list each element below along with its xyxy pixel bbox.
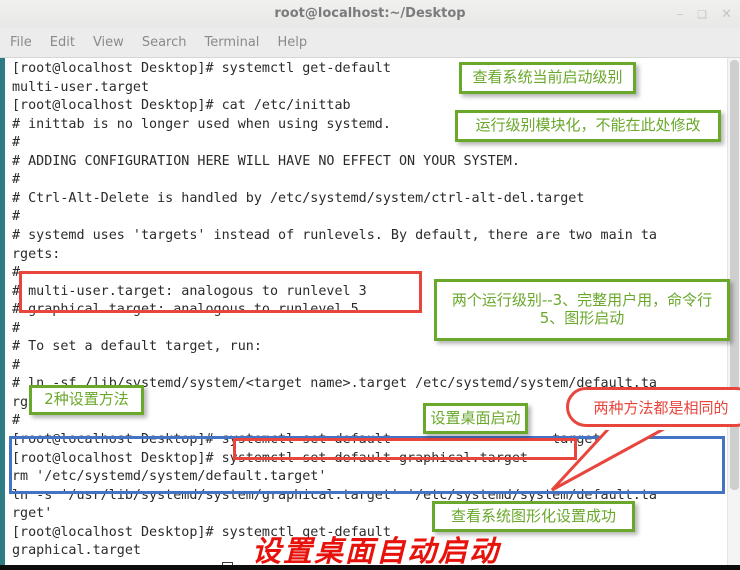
- annotation-two-methods: 2种设置方法: [29, 385, 144, 415]
- terminal-line: # Ctrl-Alt-Delete is handled by /etc/sys…: [12, 190, 585, 206]
- menu-item-edit[interactable]: Edit: [50, 35, 75, 50]
- terminal-line: rgets:: [12, 246, 61, 262]
- highlight-runlevel-targets: [19, 271, 422, 313]
- annotation-handwriting-desktop-autostart: 设置桌面自动启动: [252, 528, 500, 570]
- menu-item-file[interactable]: File: [10, 35, 32, 50]
- terminal-line: #: [12, 172, 21, 188]
- terminal-line: #: [12, 320, 21, 336]
- annotation-text: 2种设置方法: [44, 390, 129, 409]
- terminal-line: [root@localhost Desktop]# cat /etc/initt…: [12, 98, 351, 114]
- window-controls: – ❑ ✕: [677, 0, 732, 28]
- terminal-line: rget': [12, 506, 53, 522]
- terminal-line: # To set a default target, run:: [12, 339, 262, 355]
- annotation-two-runlevels: 两个运行级别--3、完整用户用，命令行 5、图形启动: [434, 279, 730, 341]
- terminal-line: multi-user.target: [12, 79, 150, 95]
- annotation-text-line2: 5、图形启动: [539, 309, 625, 327]
- terminal-window: root@localhost:~/Desktop – ❑ ✕ File Edit…: [0, 0, 740, 568]
- menu-bar: File Edit View Search Terminal Help: [0, 28, 740, 58]
- terminal-line: # inittab is no longer used when using s…: [12, 116, 391, 132]
- annotation-check-current-runlevel: 查看系统当前启动级别: [459, 62, 636, 94]
- close-icon[interactable]: ✕: [721, 8, 732, 21]
- terminal-line: #: [12, 413, 21, 429]
- terminal-line: # ADDING CONFIGURATION HERE WILL HAVE NO…: [12, 153, 520, 169]
- terminal-line: graphical.target: [12, 543, 141, 559]
- terminal-line: # systemd uses 'targets' instead of runl…: [12, 227, 657, 243]
- annotation-text: 设置桌面自动启动: [252, 534, 501, 568]
- terminal-line: [root@localhost Desktop]# systemctl get-…: [12, 61, 391, 76]
- annotation-text: 设置桌面启动: [430, 408, 521, 427]
- maximize-icon[interactable]: ❑: [697, 9, 707, 20]
- menu-item-terminal[interactable]: Terminal: [204, 35, 259, 50]
- title-bar[interactable]: root@localhost:~/Desktop – ❑ ✕: [0, 0, 740, 29]
- annotation-text: 查看系统当前启动级别: [472, 68, 623, 87]
- annotation-bubble-same-methods: 两种方法都是相同的: [566, 387, 740, 427]
- annotation-text: 查看系统图形化设置成功: [450, 506, 616, 525]
- annotation-set-desktop-startup: 设置桌面启动: [423, 403, 528, 434]
- menu-item-help[interactable]: Help: [277, 35, 307, 50]
- terminal-line: #: [12, 209, 21, 225]
- window-title: root@localhost:~/Desktop: [274, 6, 466, 21]
- annotation-runlevel-modularized: 运行级别模块化，不能在此处修改: [455, 110, 721, 142]
- annotation-text: 两种方法都是相同的: [593, 398, 729, 417]
- menu-item-view[interactable]: View: [93, 35, 124, 50]
- minimize-icon[interactable]: –: [677, 8, 684, 21]
- menu-item-search[interactable]: Search: [142, 35, 187, 50]
- terminal-line: #: [12, 357, 21, 373]
- terminal-line: #: [12, 135, 21, 151]
- highlight-set-default-command: [233, 438, 577, 460]
- annotation-text: 运行级别模块化，不能在此处修改: [475, 116, 701, 135]
- annotation-text-line1: 两个运行级别--3、完整用户用，命令行: [451, 291, 713, 310]
